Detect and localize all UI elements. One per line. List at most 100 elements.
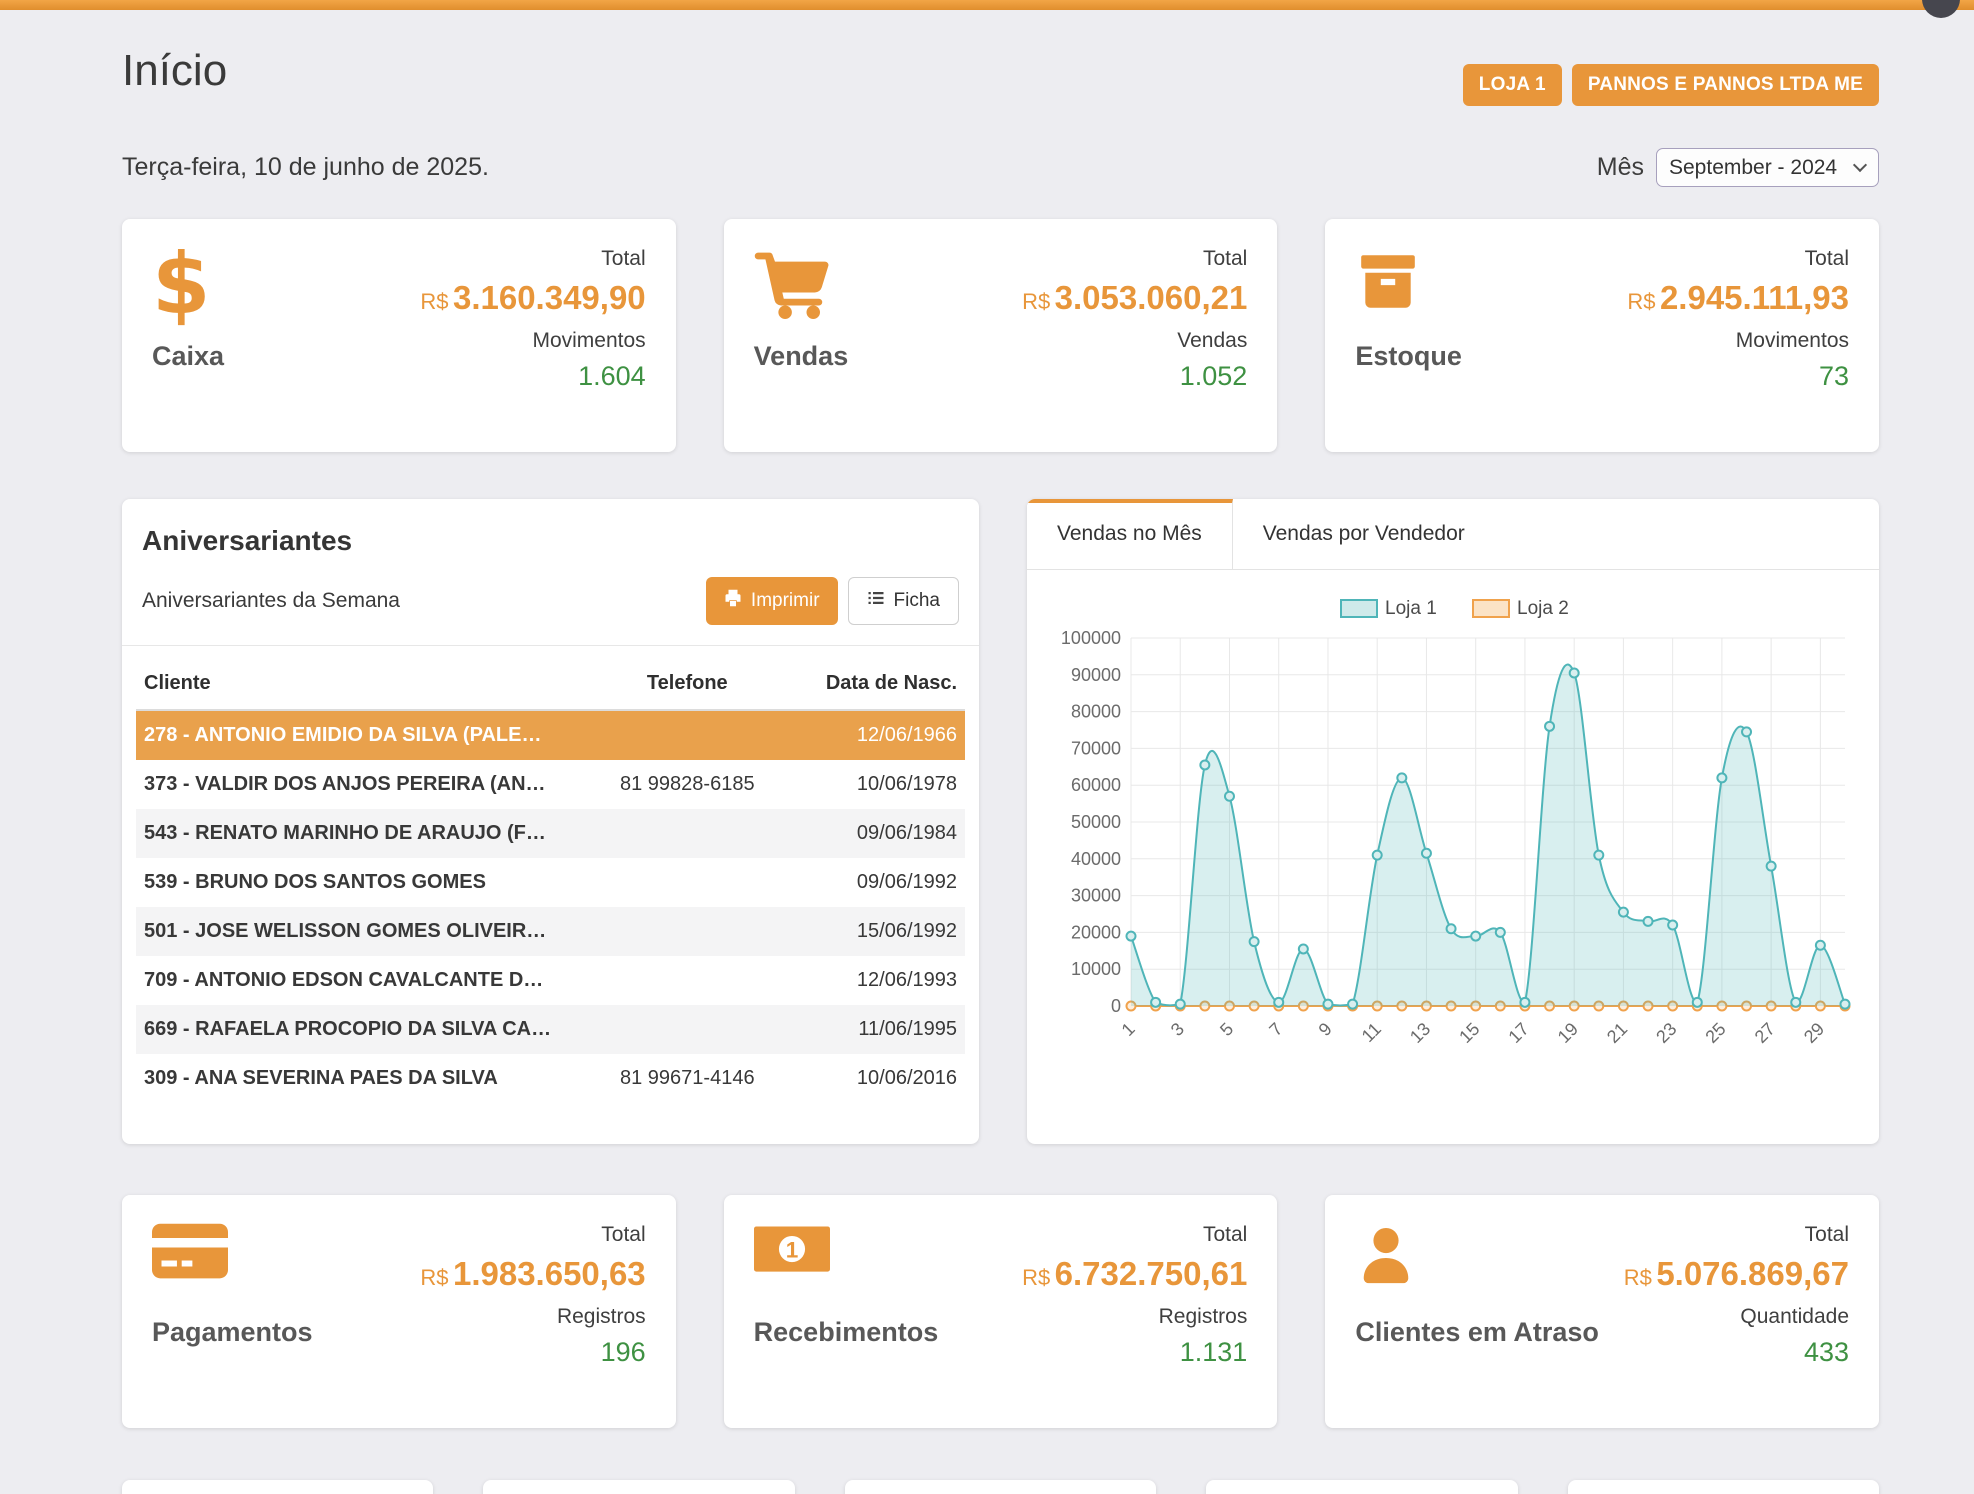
metric-value: 73	[1819, 361, 1849, 392]
month-select[interactable]: September - 2024	[1656, 148, 1879, 187]
svg-text:80000: 80000	[1071, 702, 1121, 722]
svg-text:40000: 40000	[1071, 849, 1121, 869]
money-bill-icon: 1	[754, 1223, 939, 1301]
svg-text:27: 27	[1751, 1019, 1779, 1047]
svg-text:1: 1	[785, 1237, 798, 1262]
footer-shortcut-cards: Clientes Produtos Fornecedores Usuários …	[122, 1480, 1879, 1494]
card-label: Caixa	[152, 341, 224, 372]
clientes-em-atraso-card: Clientes em Atraso Total R$ 5.076.869,67…	[1325, 1195, 1879, 1428]
card-label: Estoque	[1355, 341, 1462, 372]
card-label: Pagamentos	[152, 1317, 313, 1348]
sales-chart-card: Vendas no Mês Vendas por Vendedor 0 10000…	[1027, 499, 1879, 1144]
table-row[interactable]: 373 - VALDIR DOS ANJOS PEREIRA (AN… 81 9…	[136, 760, 965, 809]
produtos-shortcut-card[interactable]: Produtos	[483, 1480, 794, 1494]
total-amount: R$ 3.160.349,90	[420, 279, 645, 317]
svg-text:Loja 2: Loja 2	[1517, 598, 1569, 619]
svg-text:30000: 30000	[1071, 886, 1121, 906]
column-header-birthdate: Data de Nasc.	[774, 658, 965, 710]
dollar-icon: $	[152, 247, 224, 325]
recebimentos-card: 1 Recebimentos Total R$ 6.732.750,61 Reg…	[724, 1195, 1278, 1428]
metric-label: Registros	[1159, 1305, 1248, 1329]
card-label: Vendas	[754, 341, 849, 372]
page-header: Início LOJA 1 PANNOS E PANNOS LTDA ME	[122, 46, 1879, 106]
usuarios-shortcut-card[interactable]: Usuários	[1206, 1480, 1517, 1494]
table-row[interactable]: 543 - RENATO MARINHO DE ARAUJO (F… 09/06…	[136, 809, 965, 858]
column-header-phone: Telefone	[600, 658, 774, 710]
top-stat-cards: $ Caixa Total R$ 3.160.349,90 Movimentos…	[122, 219, 1879, 452]
sales-chart: 0100002000030000400005000060000700008000…	[1027, 570, 1879, 1077]
birthdays-table: Cliente Telefone Data de Nasc. 278 - ANT…	[136, 658, 965, 1103]
pagamentos-card: Pagamentos Total R$ 1.983.650,63 Registr…	[122, 1195, 676, 1428]
birthdays-card: Aniversariantes Aniversariantes da Seman…	[122, 499, 979, 1144]
total-label: Total	[1203, 1223, 1247, 1247]
total-amount: R$ 6.732.750,61	[1022, 1255, 1247, 1293]
tab-vendas-no-mes[interactable]: Vendas no Mês	[1027, 499, 1233, 569]
svg-text:15: 15	[1455, 1019, 1483, 1047]
svg-text:100000: 100000	[1061, 628, 1121, 648]
column-header-client: Cliente	[136, 658, 600, 710]
total-label: Total	[1805, 247, 1849, 271]
svg-text:7: 7	[1265, 1019, 1286, 1040]
page-title: Início	[122, 46, 227, 96]
svg-text:23: 23	[1652, 1019, 1680, 1047]
table-row[interactable]: 278 - ANTONIO EMIDIO DA SILVA (PALE… 12/…	[136, 710, 965, 760]
clientes-shortcut-card[interactable]: Clientes	[122, 1480, 433, 1494]
total-label: Total	[1805, 1223, 1849, 1247]
total-amount: R$ 5.076.869,67	[1624, 1255, 1849, 1293]
metric-label: Movimentos	[1736, 329, 1849, 353]
total-amount: R$ 2.945.111,93	[1627, 279, 1849, 317]
current-date: Terça-feira, 10 de junho de 2025.	[122, 153, 489, 182]
ficha-button[interactable]: Ficha	[848, 577, 959, 625]
month-picker: Mês September - 2024	[1597, 148, 1879, 187]
table-row[interactable]: 309 - ANA SEVERINA PAES DA SILVA 81 9967…	[136, 1054, 965, 1103]
svg-text:0: 0	[1111, 996, 1121, 1016]
credit-card-icon	[152, 1223, 313, 1301]
card-label: Clientes em Atraso	[1355, 1317, 1599, 1348]
date-row: Terça-feira, 10 de junho de 2025. Mês Se…	[122, 148, 1879, 187]
company-button[interactable]: PANNOS E PANNOS LTDA ME	[1572, 64, 1879, 106]
svg-text:5: 5	[1216, 1019, 1237, 1040]
table-row[interactable]: 669 - RAFAELA PROCOPIO DA SILVA CA… 11/0…	[136, 1005, 965, 1054]
store-button[interactable]: LOJA 1	[1463, 64, 1562, 106]
metric-value: 433	[1804, 1337, 1849, 1368]
svg-text:11: 11	[1358, 1019, 1385, 1046]
header-buttons: LOJA 1 PANNOS E PANNOS LTDA ME	[1463, 64, 1879, 106]
birthdays-title: Aniversariantes	[142, 525, 959, 557]
table-row[interactable]: 709 - ANTONIO EDSON CAVALCANTE D… 12/06/…	[136, 956, 965, 1005]
metric-label: Registros	[557, 1305, 646, 1329]
svg-text:3: 3	[1167, 1019, 1188, 1040]
metric-value: 1.131	[1180, 1337, 1248, 1368]
print-button[interactable]: Imprimir	[706, 577, 838, 625]
dashboard-page: Início LOJA 1 PANNOS E PANNOS LTDA ME Te…	[0, 10, 1974, 1494]
sales-chart-svg: 0100002000030000400005000060000700008000…	[1051, 594, 1861, 1072]
svg-text:50000: 50000	[1071, 812, 1121, 832]
total-label: Total	[601, 247, 645, 271]
svg-text:25: 25	[1701, 1019, 1729, 1047]
printer-icon	[724, 589, 742, 613]
metric-value: 1.052	[1180, 361, 1248, 392]
total-amount: R$ 3.053.060,21	[1022, 279, 1247, 317]
total-label: Total	[1203, 247, 1247, 271]
estoque-card: Estoque Total R$ 2.945.111,93 Movimentos…	[1325, 219, 1879, 452]
svg-text:1: 1	[1118, 1019, 1139, 1040]
vendedores-shortcut-card[interactable]: Vendedores	[1568, 1480, 1879, 1494]
birthdays-subtitle: Aniversariantes da Semana	[142, 589, 400, 613]
svg-text:60000: 60000	[1071, 775, 1121, 795]
svg-text:10000: 10000	[1071, 959, 1121, 979]
svg-text:Loja 1: Loja 1	[1385, 598, 1437, 619]
table-row[interactable]: 501 - JOSE WELISSON GOMES OLIVEIR… 15/06…	[136, 907, 965, 956]
divider	[122, 645, 979, 646]
fornecedores-shortcut-card[interactable]: Fornecedores	[845, 1480, 1156, 1494]
vendas-card: Vendas Total R$ 3.053.060,21 Vendas 1.05…	[724, 219, 1278, 452]
metric-label: Movimentos	[532, 329, 645, 353]
card-label: Recebimentos	[754, 1317, 939, 1348]
table-row[interactable]: 539 - BRUNO DOS SANTOS GOMES 09/06/1992	[136, 858, 965, 907]
tab-vendas-por-vendedor[interactable]: Vendas por Vendedor	[1233, 499, 1495, 569]
sales-tabs: Vendas no Mês Vendas por Vendedor	[1027, 499, 1879, 570]
metric-value: 1.604	[578, 361, 646, 392]
svg-text:19: 19	[1554, 1019, 1582, 1047]
svg-text:70000: 70000	[1071, 738, 1121, 758]
svg-text:13: 13	[1406, 1019, 1434, 1047]
month-label: Mês	[1597, 153, 1644, 182]
metric-label: Quantidade	[1740, 1305, 1849, 1329]
